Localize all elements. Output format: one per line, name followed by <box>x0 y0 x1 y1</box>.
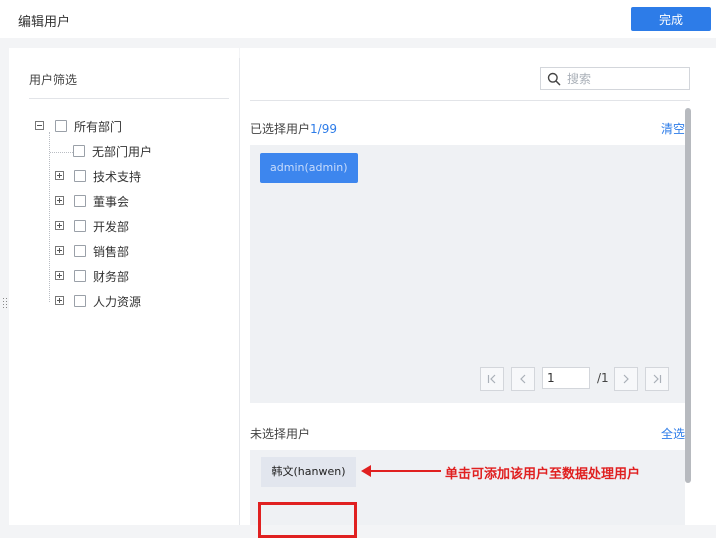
next-page-button[interactable] <box>614 367 638 391</box>
tree-node-development[interactable]: 开发部 <box>35 216 185 236</box>
checkbox-hr[interactable] <box>74 295 86 307</box>
checkbox-sales[interactable] <box>74 245 86 257</box>
tree-node-label: 所有部门 <box>74 120 123 134</box>
annotation-arrow-icon <box>361 465 441 477</box>
last-page-button[interactable] <box>645 367 669 391</box>
search-icon <box>547 72 561 86</box>
checkbox-all-departments[interactable] <box>55 120 67 132</box>
checkbox-tech-support[interactable] <box>74 170 86 182</box>
checkbox-no-department[interactable] <box>73 145 85 157</box>
tree-node-label: 开发部 <box>93 220 130 234</box>
drag-handle-icon[interactable] <box>3 298 7 310</box>
selected-label-text: 已选择用户 <box>250 122 311 136</box>
selected-user-chip[interactable]: admin(admin) <box>260 153 358 183</box>
unselected-users-area: 韩文(hanwen) <box>250 450 685 525</box>
tree-node-label: 技术支持 <box>93 170 142 184</box>
expand-icon[interactable] <box>55 246 64 255</box>
search-box[interactable] <box>540 67 690 90</box>
scrollbar[interactable] <box>685 108 691 483</box>
expand-icon[interactable] <box>55 171 64 180</box>
dialog-header: 编辑用户 完成 <box>0 0 716 38</box>
tree-node-finance[interactable]: 财务部 <box>35 266 185 286</box>
unselected-users-label: 未选择用户 <box>250 427 311 441</box>
prev-page-button[interactable] <box>511 367 535 391</box>
expand-icon[interactable] <box>55 296 64 305</box>
tree-node-label: 无部门用户 <box>92 145 153 159</box>
tree-node-all-departments[interactable]: 所有部门 <box>35 116 185 136</box>
selected-users-area: admin(admin) /1 <box>250 145 685 403</box>
selected-count: 1/99 <box>310 122 337 136</box>
tree-node-sales[interactable]: 销售部 <box>35 241 185 261</box>
search-divider <box>250 100 690 101</box>
expand-icon[interactable] <box>55 221 64 230</box>
tree-node-board[interactable]: 董事会 <box>35 191 185 211</box>
user-panel: 已选择用户1/99 清空 admin(admin) /1 <box>240 48 716 538</box>
checkbox-development[interactable] <box>74 220 86 232</box>
tree-node-label: 人力资源 <box>93 295 142 309</box>
first-page-button[interactable] <box>480 367 504 391</box>
checkbox-finance[interactable] <box>74 270 86 282</box>
annotation-text: 单击可添加该用户至数据处理用户 <box>445 467 641 482</box>
tree-node-label: 销售部 <box>93 245 130 259</box>
selected-users-label: 已选择用户1/99 <box>250 120 337 137</box>
filter-divider <box>29 98 229 99</box>
collapse-icon[interactable] <box>35 121 44 130</box>
page-total: /1 <box>597 371 609 385</box>
tree-node-hr[interactable]: 人力资源 <box>35 291 185 311</box>
tree-node-tech-support[interactable]: 技术支持 <box>35 166 185 186</box>
expand-icon[interactable] <box>55 271 64 280</box>
unselected-user-chip[interactable]: 韩文(hanwen) <box>261 457 356 487</box>
chevron-left-icon <box>520 374 526 384</box>
checkbox-board[interactable] <box>74 195 86 207</box>
done-button[interactable]: 完成 <box>631 7 711 31</box>
expand-icon[interactable] <box>55 196 64 205</box>
clear-button[interactable]: 清空 <box>661 120 685 137</box>
select-all-button[interactable]: 全选 <box>661 425 685 442</box>
tree-node-no-department[interactable]: 无部门用户 <box>35 141 185 161</box>
page-number-input[interactable] <box>542 367 590 389</box>
search-input[interactable] <box>567 70 685 87</box>
chevron-right-icon <box>623 374 629 384</box>
tree-node-label: 董事会 <box>93 195 130 209</box>
tree-node-label: 财务部 <box>93 270 130 284</box>
filter-title: 用户筛选 <box>29 73 78 87</box>
dialog-title: 编辑用户 <box>18 15 71 30</box>
last-page-icon <box>653 374 662 384</box>
first-page-icon <box>487 374 496 384</box>
filter-panel: 用户筛选 所有部门 无部门用户 技术支持 董事会 开发部 销售部 财务部 人力资… <box>9 48 239 525</box>
